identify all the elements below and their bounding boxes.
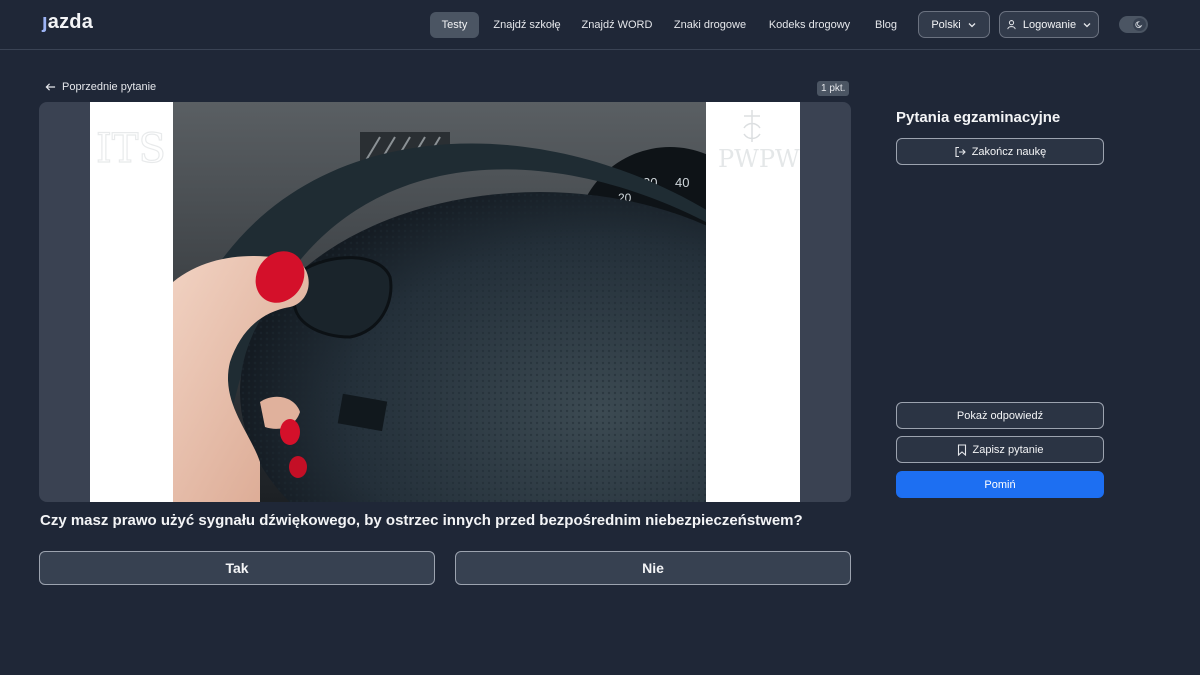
- skip-button[interactable]: Pomiń: [896, 471, 1104, 498]
- previous-question-link[interactable]: Poprzednie pytanie: [45, 81, 156, 93]
- save-question-label: Zapisz pytanie: [972, 443, 1044, 456]
- chevron-down-icon: [1083, 22, 1091, 27]
- finish-learning-button[interactable]: Zakończ naukę: [896, 138, 1104, 165]
- nav-znaki-drogowe[interactable]: Znaki drogowe: [670, 12, 750, 38]
- answer-no-button[interactable]: Nie: [455, 551, 851, 585]
- nav-blog[interactable]: Blog: [869, 12, 903, 38]
- bookmark-icon: [957, 443, 966, 456]
- save-question-button[interactable]: Zapisz pytanie: [896, 436, 1104, 463]
- chevron-down-icon: [968, 22, 976, 27]
- show-answer-button[interactable]: Pokaż odpowiedź: [896, 402, 1104, 429]
- nav-znajdz-szkole[interactable]: Znajdź szkołę: [490, 12, 564, 38]
- previous-question-label: Poprzednie pytanie: [62, 81, 157, 93]
- top-navbar: ȷazda Testy Znajdź szkołę Znajdź WORD Zn…: [0, 0, 1200, 50]
- login-label: Logowanie: [1022, 18, 1077, 31]
- sidebar-title: Pytania egzaminacyjne: [896, 109, 1061, 126]
- question-image: 30 40 20 ITS: [90, 102, 800, 502]
- finish-learning-label: Zakończ naukę: [971, 145, 1047, 158]
- logout-icon: [955, 146, 966, 157]
- steering-wheel-photo: 30 40 20 ITS: [90, 102, 800, 502]
- user-icon: [1007, 20, 1016, 30]
- answer-yes-button[interactable]: Tak: [39, 551, 435, 585]
- moon-icon: [1135, 21, 1143, 28]
- theme-toggle[interactable]: [1119, 16, 1148, 33]
- language-select[interactable]: Polski: [918, 11, 990, 38]
- language-label: Polski: [931, 18, 961, 31]
- toggle-knob: [1133, 18, 1146, 31]
- question-text: Czy masz prawo użyć sygnału dźwiękowego,…: [40, 512, 803, 529]
- nav-znajdz-word[interactable]: Znajdź WORD: [578, 12, 656, 38]
- svg-text:40: 40: [675, 175, 689, 190]
- show-answer-label: Pokaż odpowiedź: [956, 409, 1044, 422]
- question-media: 30 40 20 ITS: [39, 102, 851, 502]
- login-dropdown[interactable]: Logowanie: [999, 11, 1099, 38]
- watermark-its: ITS: [95, 125, 166, 172]
- logo-text: azda: [47, 11, 94, 33]
- svg-text:PWPW: PWPW: [718, 145, 800, 173]
- svg-text:ITS: ITS: [96, 126, 166, 172]
- nav-kodeks-drogowy[interactable]: Kodeks drogowy: [765, 12, 854, 38]
- logo[interactable]: ȷazda: [42, 11, 93, 34]
- nav-testy[interactable]: Testy: [430, 12, 479, 38]
- points-badge: 1 pkt.: [817, 81, 850, 96]
- arrow-left-icon: [45, 83, 56, 91]
